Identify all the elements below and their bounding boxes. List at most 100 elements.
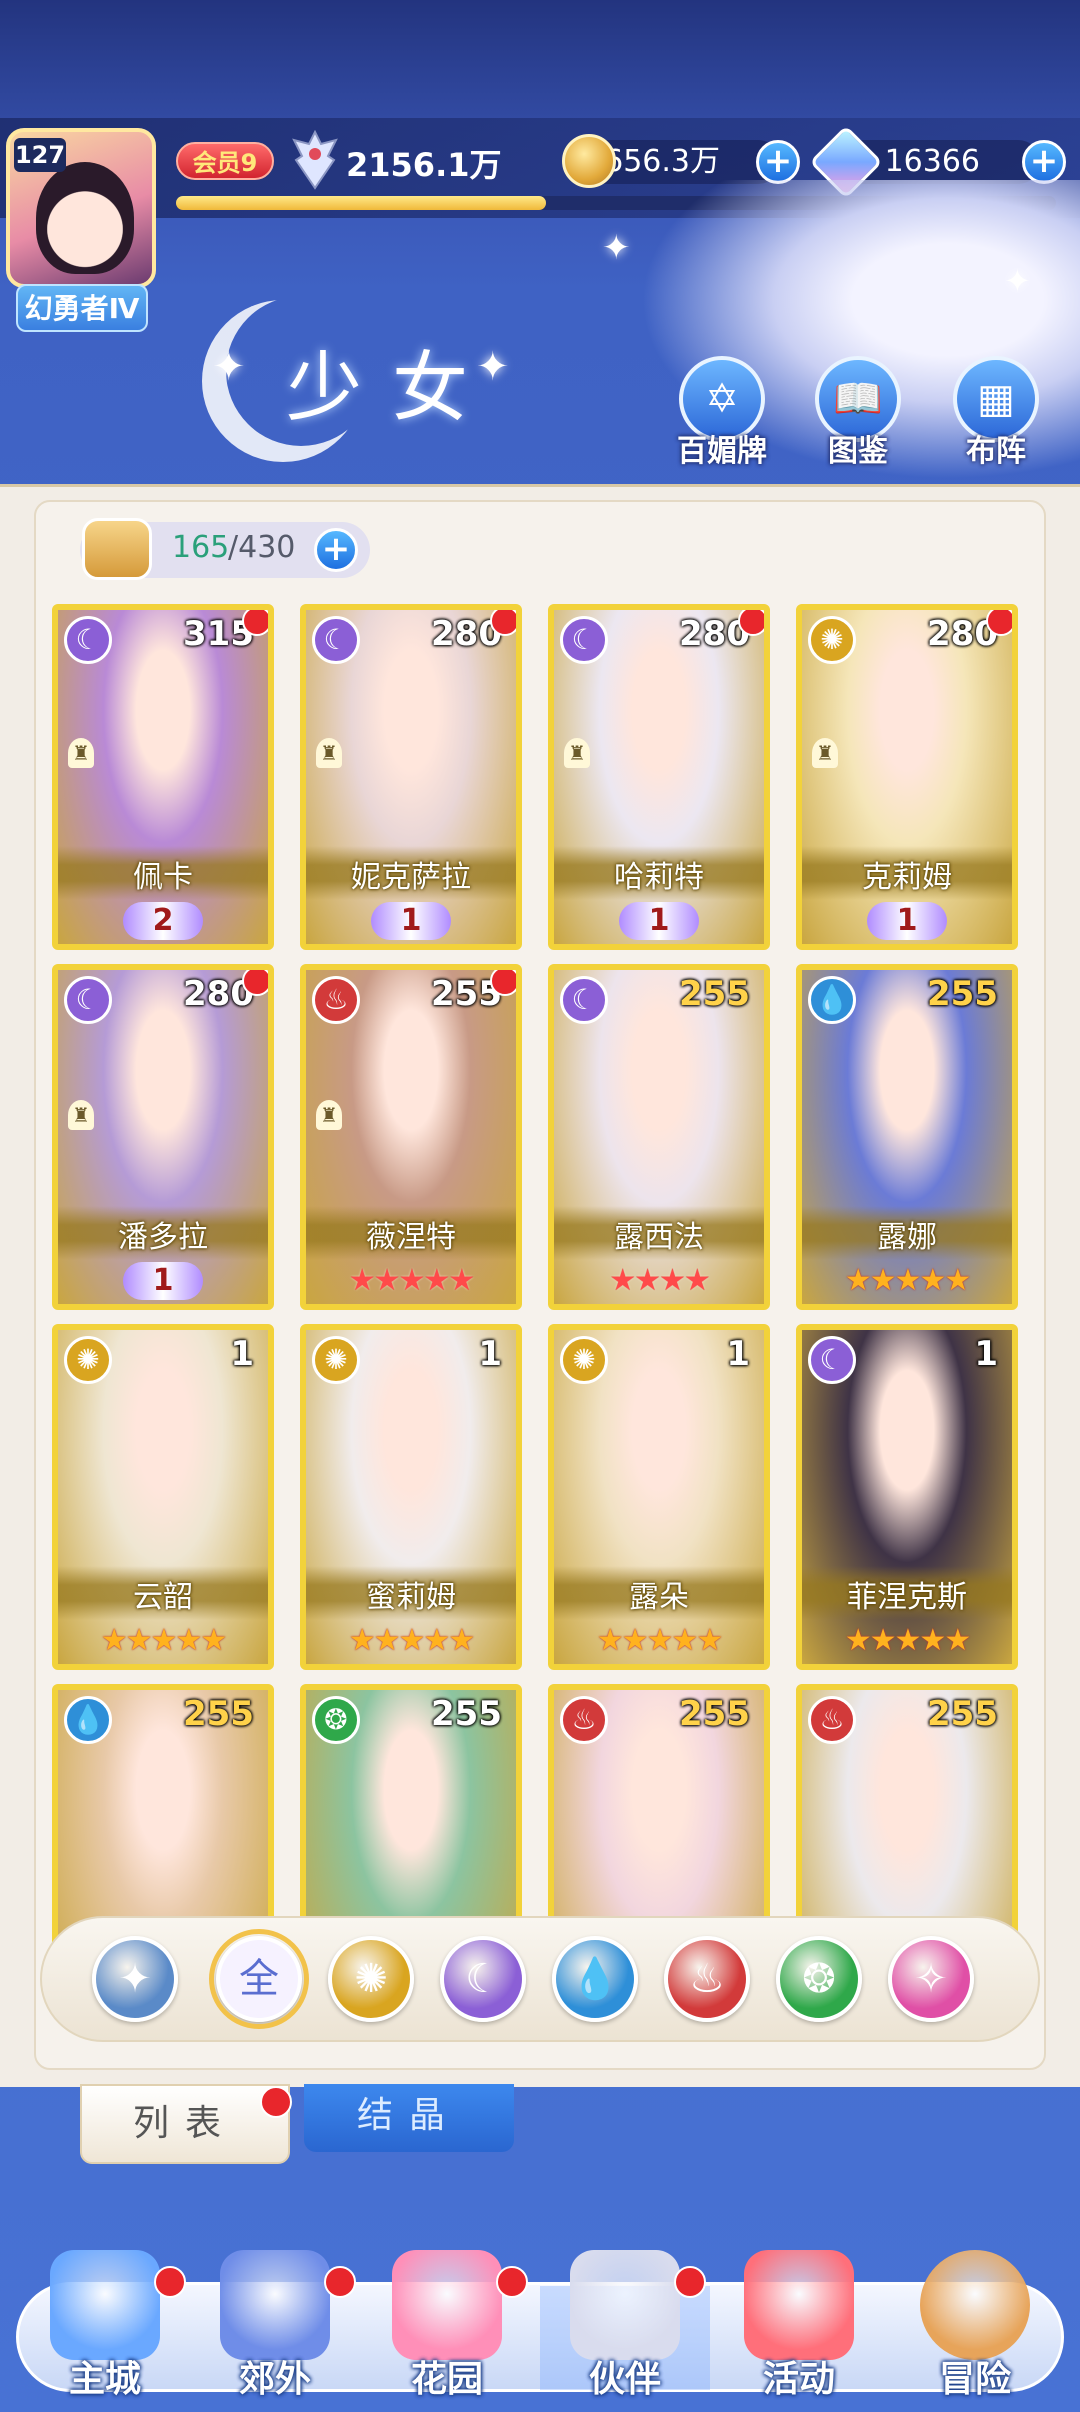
character-level: 1 [726, 1334, 750, 1374]
awaken-wing-badge: 1 [619, 902, 699, 940]
character-level: 255 [927, 1694, 998, 1734]
combat-power-value: 2156.1万 [346, 146, 502, 184]
nav-label: 花园 [410, 2359, 483, 2400]
notification-dot [490, 970, 516, 996]
add-gold-button[interactable]: + [756, 140, 800, 184]
filter-all-button[interactable]: 全 [209, 1929, 309, 2029]
pawn-icon: ♜ [316, 738, 342, 768]
character-card[interactable]: ☾ 1 菲涅克斯 ★★★★★ [796, 1324, 1018, 1670]
inventory-max: /430 [228, 530, 296, 565]
nav-label: 郊外 [238, 2359, 311, 2400]
moon-element-icon: ☾ [560, 976, 608, 1024]
formation-button[interactable]: ▦ 布阵 [946, 356, 1046, 469]
character-name: 露朵 [629, 1580, 689, 1615]
character-card[interactable]: ☾ 280 ♜ 妮克萨拉 1 [300, 604, 522, 950]
character-name: 哈莉特 [614, 860, 704, 895]
sun-element-icon: ✺ [312, 1336, 360, 1384]
moon-element-icon: ☾ [64, 616, 112, 664]
notification-dot [496, 2266, 528, 2298]
pawn-icon: ♜ [812, 738, 838, 768]
tab-list[interactable]: 列表 [80, 2084, 290, 2164]
avatar-portrait [36, 162, 134, 274]
star-rating: ★★★★★ [348, 1623, 475, 1658]
nav-gift-box[interactable]: 活动 [724, 2250, 874, 2400]
notification-dot [154, 2266, 186, 2298]
add-gems-button[interactable]: + [1022, 140, 1066, 184]
character-card[interactable]: ✺ 1 露朵 ★★★★★ [548, 1324, 770, 1670]
character-card[interactable]: 💧 255 露娜 ★★★★★ [796, 964, 1018, 1310]
combat-power-icon [292, 130, 338, 190]
light-element-icon: ✦ [118, 1956, 152, 2002]
gift-box-icon [744, 2250, 854, 2360]
nav-compass[interactable]: 冒险 [900, 2250, 1050, 2400]
card-deck-label: 百媚牌 [677, 434, 767, 469]
character-name: 薇涅特 [366, 1220, 456, 1255]
card-deck-button[interactable]: ✡ 百媚牌 [672, 356, 772, 469]
star-rating: ★★★★★ [100, 1623, 227, 1658]
character-level: 1 [478, 1334, 502, 1374]
gem-value: 16366 [884, 144, 980, 179]
filter-wind-button[interactable]: ❂ [776, 1936, 862, 2022]
gallery-label: 图鉴 [828, 434, 888, 469]
filter-fire-button[interactable]: ♨ [664, 1936, 750, 2022]
filter-star-button[interactable]: ✧ [888, 1936, 974, 2022]
awaken-wing-badge: 1 [123, 1262, 203, 1300]
vip-badge[interactable]: 会员9 [176, 142, 274, 180]
moon-element-icon: ☾ [465, 1956, 501, 2002]
compass-icon [920, 2250, 1030, 2360]
gallery-button[interactable]: 📖 图鉴 [808, 356, 908, 469]
moon-element-icon: ☾ [560, 616, 608, 664]
nav-label: 活动 [762, 2359, 835, 2400]
filter-sun-button[interactable]: ✺ [328, 1936, 414, 2022]
player-title-badge[interactable]: 幻勇者Ⅳ [16, 284, 148, 332]
notification-dot [674, 2266, 706, 2298]
character-card[interactable]: ☾ 280 ♜ 哈莉特 1 [548, 604, 770, 950]
notification-dot [324, 2266, 356, 2298]
character-name: 妮克萨拉 [351, 860, 471, 895]
portal-icon [220, 2250, 330, 2360]
nav-label: 冒险 [938, 2359, 1011, 2400]
star-rating: ★★★★★ [348, 1263, 475, 1298]
star-element-icon: ✧ [914, 1956, 948, 2002]
sparkle-icon: ✦ [602, 228, 631, 268]
expand-inventory-button[interactable]: + [314, 528, 358, 572]
character-card[interactable]: ☾ 255 露西法 ★★★★ [548, 964, 770, 1310]
character-name: 克莉姆 [862, 860, 952, 895]
tab-crystal[interactable]: 结晶 [304, 2084, 514, 2152]
character-card[interactable]: ✺ 1 云韶 ★★★★★ [52, 1324, 274, 1670]
character-level: 255 [431, 1694, 502, 1734]
pawn-icon: ♜ [316, 1100, 342, 1130]
pawn-icon: ♜ [564, 738, 590, 768]
water-element-icon: 💧 [64, 1696, 112, 1744]
filter-moon-button[interactable]: ☾ [440, 1936, 526, 2022]
fire-element-icon: ♨ [808, 1696, 856, 1744]
sun-element-icon: ✺ [354, 1956, 388, 2002]
character-card[interactable]: ☾ 315 ♜ 佩卡 2 [52, 604, 274, 950]
character-level: 1 [230, 1334, 254, 1374]
character-card[interactable]: ☾ 280 ♜ 潘多拉 1 [52, 964, 274, 1310]
character-card[interactable]: ✺ 1 蜜莉姆 ★★★★★ [300, 1324, 522, 1670]
character-name: 云韶 [133, 1580, 193, 1615]
nav-label: 主城 [68, 2359, 141, 2400]
star-rating: ★★★★★ [844, 1623, 971, 1658]
bag-icon [82, 518, 152, 580]
awaken-wing-badge: 1 [867, 902, 947, 940]
moon-element-icon: ☾ [808, 1336, 856, 1384]
pawn-icon: ♜ [68, 738, 94, 768]
heart-icon [392, 2250, 502, 2360]
sun-element-icon: ✺ [808, 616, 856, 664]
wind-element-icon: ❂ [312, 1696, 360, 1744]
character-level: 255 [183, 1694, 254, 1734]
awaken-wing-badge: 2 [123, 902, 203, 940]
castle-icon [50, 2250, 160, 2360]
notification-dot [242, 970, 268, 996]
filter-light-button[interactable]: ✦ [92, 1936, 178, 2022]
notification-dot [260, 2086, 292, 2118]
character-card[interactable]: ✺ 280 ♜ 克莉姆 1 [796, 604, 1018, 950]
filter-water-button[interactable]: 💧 [552, 1936, 638, 2022]
character-name: 露娜 [877, 1220, 937, 1255]
character-card[interactable]: ♨ 255 ♜ 薇涅特 ★★★★★ [300, 964, 522, 1310]
notification-dot [986, 610, 1012, 636]
water-element-icon: 💧 [570, 1956, 620, 2002]
character-level: 1 [974, 1334, 998, 1374]
